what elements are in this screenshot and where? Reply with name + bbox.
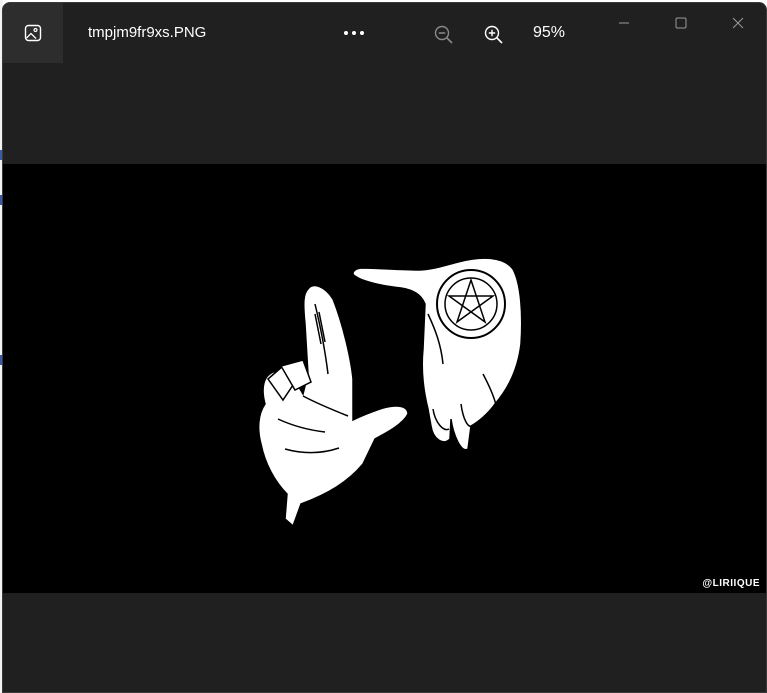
maximize-icon [675,17,687,29]
zoom-out-icon [434,25,453,44]
photos-app-window: tmpjm9fr9xs.PNG 95% @LIRIIQUE [2,2,767,693]
more-options-button[interactable] [336,19,372,47]
zoom-in-icon [484,25,503,44]
close-icon [732,17,744,29]
displayed-image[interactable]: @LIRIIQUE [3,164,766,593]
title-bar[interactable]: tmpjm9fr9xs.PNG 95% [3,3,766,63]
left-hand-illustration [257,284,409,528]
zoom-out-button[interactable] [428,19,460,51]
image-viewer[interactable]: @LIRIIQUE [3,63,766,692]
zoom-in-button[interactable] [478,19,510,51]
app-icon-button[interactable] [3,3,63,63]
close-button[interactable] [715,7,761,39]
maximize-button[interactable] [658,7,704,39]
file-name: tmpjm9fr9xs.PNG [88,24,207,41]
minimize-icon [619,22,629,24]
image-watermark: @LIRIIQUE [702,578,760,589]
hand-artwork [257,257,523,528]
minimize-button[interactable] [601,7,647,39]
zoom-level[interactable]: 95% [533,23,565,43]
image-icon [24,24,42,42]
more-options-icon [344,31,364,35]
